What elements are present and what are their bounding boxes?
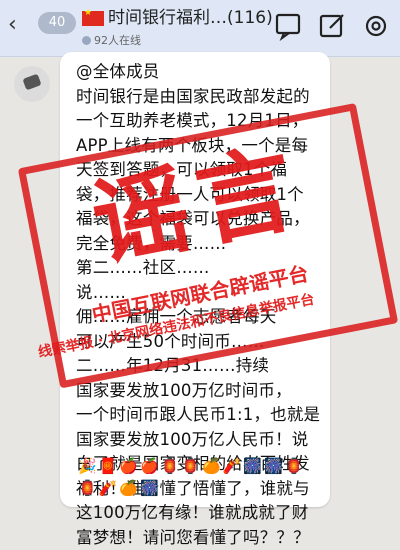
- settings-icon[interactable]: [360, 11, 392, 41]
- message-line: @全体成员: [76, 60, 324, 85]
- message-line: 这100万亿有缘！谁就成就了财: [76, 501, 324, 526]
- sender-avatar[interactable]: [14, 66, 50, 102]
- emoji-row: 🎉🧧🍎🍎🏮🏮🍊🧨🎆🎆🏮🏮🧨🍊🎆: [78, 455, 322, 499]
- message-line: 国家要发放100万亿人民币！说: [76, 428, 324, 453]
- online-dot-icon: [82, 36, 91, 45]
- chat-bubble-icon[interactable]: [272, 11, 304, 41]
- edit-icon[interactable]: [316, 11, 348, 41]
- back-icon[interactable]: ‹: [8, 12, 38, 38]
- online-count-label: 92人在线: [94, 34, 141, 47]
- message-line: 一个时间币跟人民币1:1，也就是: [76, 403, 324, 428]
- chat-header: ‹ 40 时间银行福利…(116) 92人在线: [0, 0, 400, 57]
- flag-icon: [82, 11, 104, 26]
- message-line: 时间银行是由国家民政部发起的: [76, 85, 324, 110]
- message-line: 富梦想！请问您看懂了吗？？？: [76, 526, 324, 550]
- online-count: 92人在线: [82, 33, 141, 49]
- unread-count-badge[interactable]: 40: [38, 12, 76, 34]
